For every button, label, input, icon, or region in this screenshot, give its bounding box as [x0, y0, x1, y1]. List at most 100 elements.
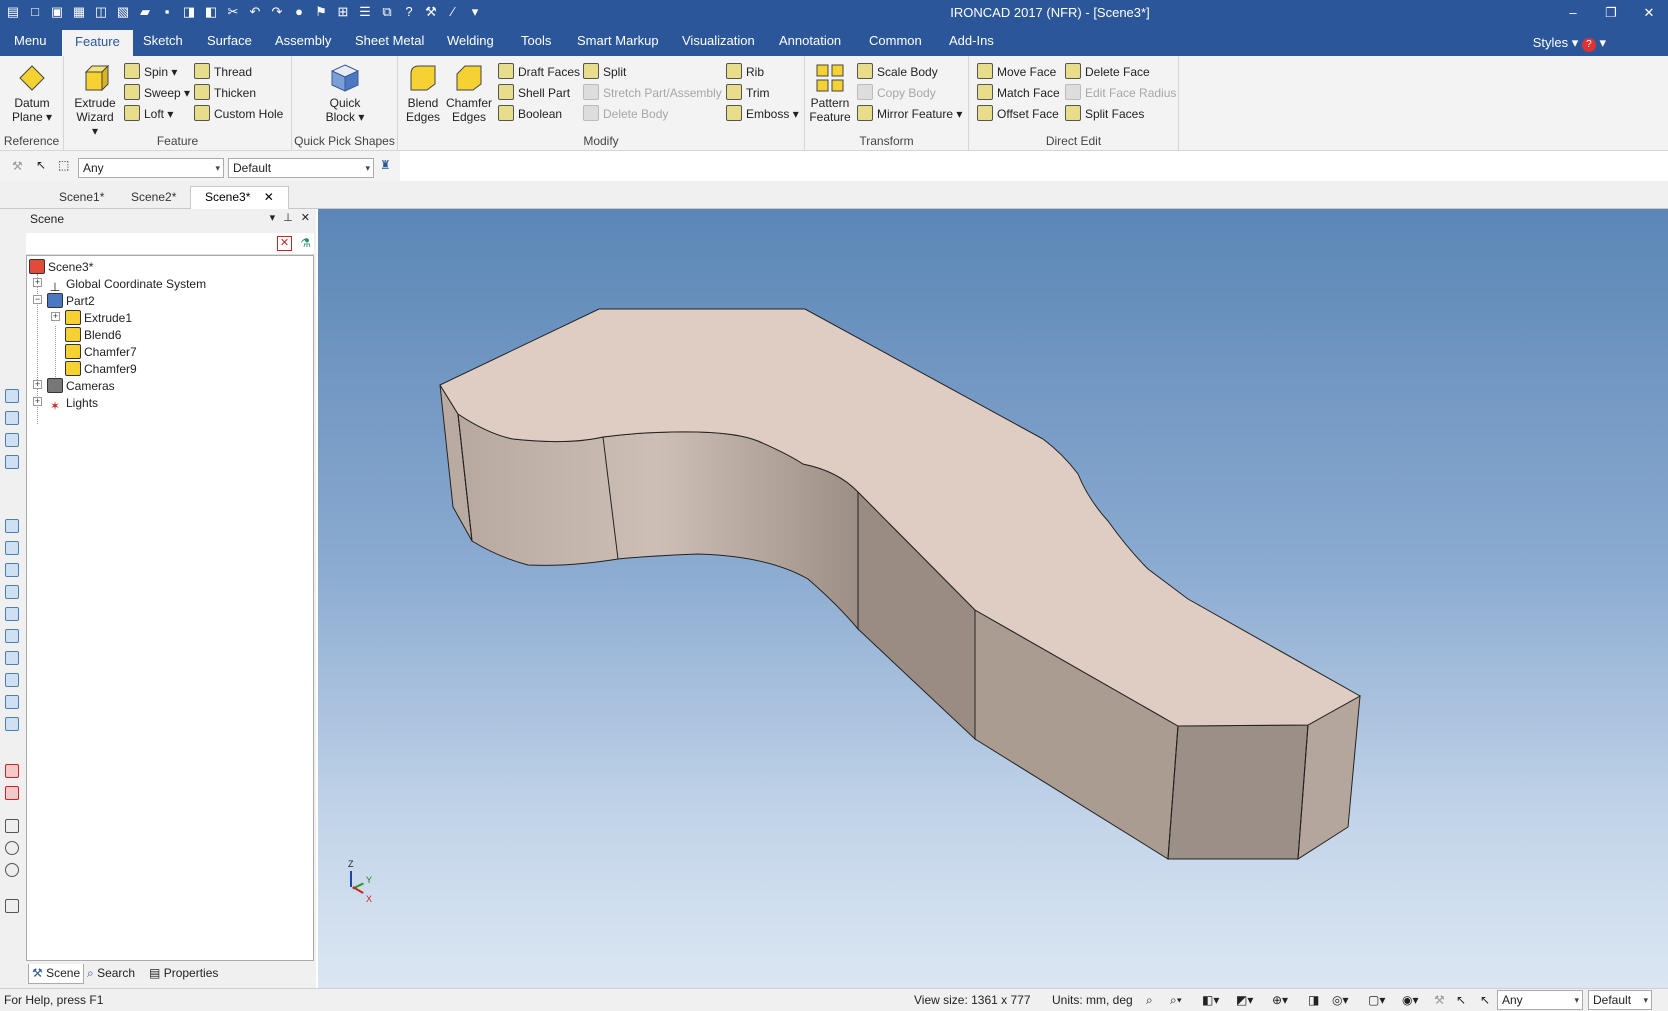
styles-menu[interactable]: Styles ▾ ? ▾: [1533, 35, 1606, 52]
split-faces-button[interactable]: Split Faces: [1065, 104, 1144, 124]
status-filter-dropdown[interactable]: Any ▾: [1497, 990, 1583, 1010]
spin-button[interactable]: Spin ▾: [124, 62, 177, 82]
eye-icon[interactable]: [5, 764, 19, 778]
close-tab-icon[interactable]: ✕: [264, 190, 274, 204]
pen-icon[interactable]: [5, 899, 19, 913]
orbit-icon[interactable]: [5, 841, 19, 855]
thread-button[interactable]: Thread: [194, 62, 252, 82]
wedge-icon[interactable]: [5, 629, 19, 643]
view-back-icon[interactable]: [5, 411, 19, 425]
select-pointer-icon[interactable]: ↖: [36, 158, 46, 172]
view-front-icon[interactable]: [5, 389, 19, 403]
select-box-icon[interactable]: ⬚: [58, 158, 69, 172]
undo-icon[interactable]: ↶: [246, 3, 264, 21]
tab-welding[interactable]: Welding: [447, 33, 494, 48]
shaft-icon[interactable]: [5, 695, 19, 709]
tab-feature[interactable]: Feature: [62, 30, 133, 56]
angle-icon[interactable]: [5, 819, 19, 833]
block-icon[interactable]: [5, 519, 19, 533]
selection-filter-dropdown[interactable]: Any ▾: [78, 158, 224, 178]
doc-tab-scene3[interactable]: Scene3* ✕: [190, 186, 289, 209]
cylinder-icon[interactable]: [5, 541, 19, 555]
loft-button[interactable]: Loft ▾: [124, 104, 173, 124]
view-bottom-icon[interactable]: [5, 455, 19, 469]
tree-node-blend6[interactable]: Blend6: [65, 326, 121, 344]
tool-icon[interactable]: ⚒: [1434, 993, 1445, 1007]
trim-button[interactable]: Trim: [726, 83, 770, 103]
measure-icon[interactable]: ⚒: [422, 3, 440, 21]
open-icon[interactable]: ▰: [136, 3, 154, 21]
hole-icon[interactable]: [5, 651, 19, 665]
edit-face-radius-button[interactable]: Edit Face Radius: [1065, 83, 1176, 103]
close-icon[interactable]: ✕: [301, 211, 310, 224]
cut-icon[interactable]: ✂: [224, 3, 242, 21]
new-sheet-icon[interactable]: ▧: [114, 3, 132, 21]
zoom-icon[interactable]: ⌕: [1146, 993, 1153, 1008]
status-style-dropdown[interactable]: Default ▾: [1588, 990, 1652, 1010]
delete-body-button[interactable]: Delete Body: [583, 104, 668, 124]
tree-node-chamfer9[interactable]: Chamfer9: [65, 360, 137, 378]
new-part-icon[interactable]: ◫: [92, 3, 110, 21]
delete-face-button[interactable]: Delete Face: [1065, 62, 1150, 82]
offset-face-button[interactable]: Offset Face: [977, 104, 1059, 124]
tab-visualization[interactable]: Visualization: [682, 33, 755, 48]
clear-filter-icon[interactable]: ✕: [277, 236, 292, 251]
blend-edges-button[interactable]: Blend Edges: [402, 62, 444, 124]
draw-line-icon[interactable]: ⁄: [444, 3, 462, 21]
window-icon[interactable]: ⧉: [378, 3, 396, 21]
pipe-icon[interactable]: [5, 717, 19, 731]
tree-node-chamfer7[interactable]: Chamfer7: [65, 343, 137, 361]
scale-body-button[interactable]: Scale Body: [857, 62, 938, 82]
shading-icon[interactable]: ◨: [1308, 993, 1319, 1007]
panel-tab-properties[interactable]: ▤ Properties: [146, 964, 221, 984]
rib-button[interactable]: Rib: [726, 62, 764, 82]
grid-icon[interactable]: ⊞: [334, 3, 352, 21]
camera-view-icon[interactable]: ⊕▾: [1272, 993, 1288, 1007]
cone-icon[interactable]: [5, 563, 19, 577]
tree-node-part2[interactable]: Part2: [47, 292, 95, 310]
boolean-button[interactable]: Boolean: [498, 104, 562, 124]
new-drawing-icon[interactable]: ▦: [70, 3, 88, 21]
app-menu-icon[interactable]: ▤: [4, 3, 22, 21]
view-orientation-icon[interactable]: ◩▾: [1236, 993, 1253, 1007]
expand-icon[interactable]: +: [33, 397, 42, 406]
tab-smart-markup[interactable]: Smart Markup: [577, 33, 659, 48]
tree-node-cameras[interactable]: Cameras: [47, 377, 115, 395]
filter-icon[interactable]: ⚗: [300, 236, 311, 250]
save-as-icon[interactable]: ◨: [180, 3, 198, 21]
redo-icon[interactable]: ↷: [268, 3, 286, 21]
restore-icon[interactable]: ❐: [1592, 0, 1630, 26]
qat-dropdown-icon[interactable]: ▾: [466, 3, 484, 21]
tab-surface[interactable]: Surface: [207, 33, 252, 48]
print-icon[interactable]: ◧: [202, 3, 220, 21]
pin-icon[interactable]: ⊥: [283, 211, 293, 224]
part-model[interactable]: [318, 209, 1668, 988]
mirror-feature-button[interactable]: Mirror Feature ▾: [857, 104, 962, 124]
select-icon[interactable]: ↖: [1480, 993, 1490, 1007]
expand-icon[interactable]: +: [33, 278, 42, 287]
sweep-button[interactable]: Sweep ▾: [124, 83, 190, 103]
datum-plane-button[interactable]: Datum Plane ▾: [6, 62, 58, 124]
tree-icon[interactable]: ⚑: [312, 3, 330, 21]
view-top-icon[interactable]: [5, 433, 19, 447]
new-scene-icon[interactable]: ▣: [48, 3, 66, 21]
tab-annotation[interactable]: Annotation: [779, 33, 841, 48]
part-face-end[interactable]: [1167, 724, 1309, 860]
table-icon[interactable]: ☰: [356, 3, 374, 21]
stretch-part-assembly-button[interactable]: Stretch Part/Assembly: [583, 83, 722, 103]
pointer-icon[interactable]: ↖: [1456, 993, 1466, 1007]
split-button[interactable]: Split: [583, 62, 626, 82]
help-icon[interactable]: ?: [1581, 38, 1596, 52]
chevron-down-icon[interactable]: ▾: [270, 211, 276, 224]
style-dropdown[interactable]: Default ▾: [228, 158, 374, 178]
tab-sheet-metal[interactable]: Sheet Metal: [355, 33, 424, 48]
hierarchy-icon[interactable]: ♜: [380, 158, 391, 172]
scene-view-icon[interactable]: ◉▾: [1402, 993, 1419, 1007]
sphere-icon[interactable]: [5, 585, 19, 599]
thicken-button[interactable]: Thicken: [194, 83, 256, 103]
draft-faces-button[interactable]: Draft Faces: [498, 62, 580, 82]
shell-part-button[interactable]: Shell Part: [498, 83, 570, 103]
render-icon[interactable]: ●: [290, 3, 308, 21]
tree-node-lights[interactable]: ✶ Lights: [47, 394, 98, 413]
visibility-icon[interactable]: ◎▾: [1332, 993, 1349, 1007]
